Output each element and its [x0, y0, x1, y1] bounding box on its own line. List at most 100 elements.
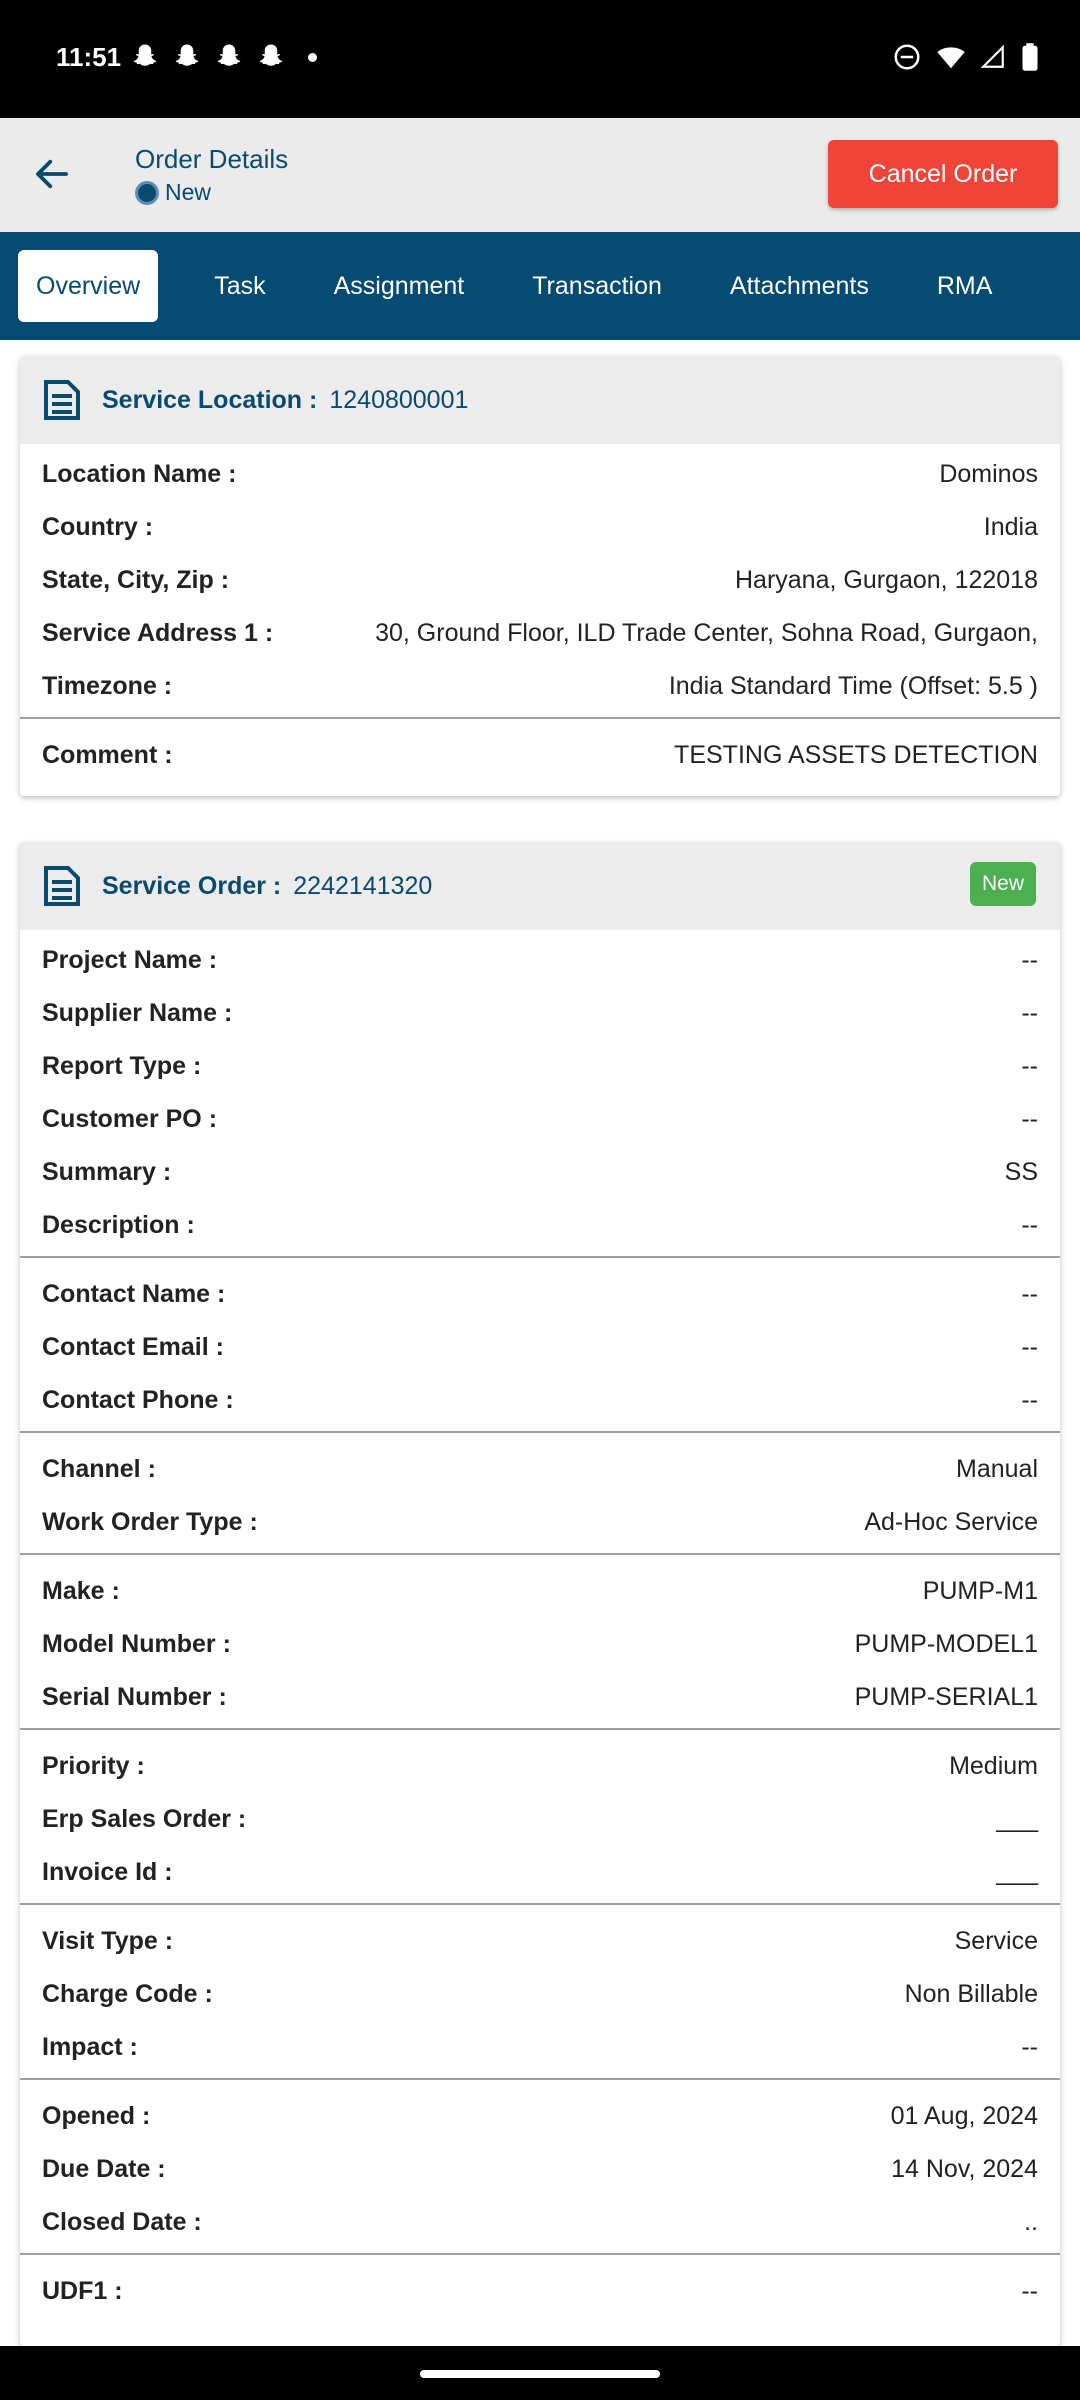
detail-label: Erp Sales Order :: [42, 1805, 247, 1833]
notification-icons: [130, 42, 317, 72]
detail-label: Customer PO :: [42, 1105, 218, 1133]
tab-transaction[interactable]: Transaction: [498, 250, 696, 322]
comment-row: Comment : TESTING ASSETS DETECTION: [20, 729, 1060, 782]
order-status: New: [135, 179, 211, 206]
detail-value: --: [1021, 2277, 1038, 2305]
detail-value: Service: [954, 1927, 1038, 1955]
back-button[interactable]: [24, 146, 80, 202]
detail-label: Service Address 1 :: [42, 619, 274, 647]
order-billing-group: Priority : Medium Erp Sales Order : ___ In…: [20, 1730, 1060, 1903]
detail-row: Contact Email : --: [20, 1321, 1060, 1374]
detail-label: Report Type :: [42, 1052, 202, 1080]
detail-row: Description : --: [20, 1199, 1060, 1252]
detail-row: Timezone : India Standard Time (Offset: 5…: [20, 660, 1060, 713]
detail-row: Invoice Id : ___: [20, 1846, 1060, 1899]
system-nav-bar: [0, 2346, 1080, 2400]
service-location-card: Service Location : 1240800001 Location N…: [20, 356, 1060, 796]
order-udf-group: UDF1 : --: [20, 2255, 1060, 2322]
detail-row: Summary : SS: [20, 1146, 1060, 1199]
page-title: Order Details: [135, 144, 289, 174]
tab-overview[interactable]: Overview: [18, 250, 159, 322]
comment-section: Comment : TESTING ASSETS DETECTION: [20, 719, 1060, 796]
app-header: Order Details New Cancel Order: [0, 118, 1080, 232]
detail-label: Make :: [42, 1577, 120, 1605]
detail-row: Service Address 1 : 30, Ground Floor, ILD…: [20, 607, 1060, 660]
service-order-header: Service Order : 2242141320 New: [20, 842, 1060, 930]
detail-label: Due Date :: [42, 2155, 166, 2183]
detail-row: Location Name : Dominos: [20, 448, 1060, 501]
detail-value: India: [983, 513, 1038, 541]
order-dates-group: Opened : 01 Aug, 2024 Due Date : 14 Nov, 2…: [20, 2080, 1060, 2253]
detail-label: Serial Number :: [42, 1683, 227, 1711]
detail-value: Non Billable: [904, 1980, 1038, 2008]
order-channel-group: Channel : Manual Work Order Type : Ad-Hoc …: [20, 1433, 1060, 1553]
detail-row: Due Date : 14 Nov, 2024: [20, 2143, 1060, 2196]
detail-label: Visit Type :: [42, 1927, 174, 1955]
snapchat-icon: [133, 44, 157, 66]
detail-row: Contact Phone : --: [20, 1374, 1060, 1427]
tab-attachments[interactable]: Attachments: [696, 250, 903, 322]
detail-value: SS: [1004, 1158, 1038, 1186]
cancel-order-button[interactable]: Cancel Order: [828, 140, 1058, 208]
detail-label: Impact :: [42, 2033, 138, 2061]
detail-value: India Standard Time (Offset: 5.5 ): [668, 672, 1038, 700]
detail-label: Timezone :: [42, 672, 173, 700]
detail-row: Report Type : --: [20, 1040, 1060, 1093]
detail-value: PUMP-SERIAL1: [854, 1683, 1038, 1711]
detail-row: Opened : 01 Aug, 2024: [20, 2090, 1060, 2143]
detail-label: Work Order Type :: [42, 1508, 258, 1536]
detail-row: Channel : Manual: [20, 1443, 1060, 1496]
more-notifications-dot: [308, 52, 317, 62]
detail-value: --: [1021, 1280, 1038, 1308]
order-visit-group: Visit Type : Service Charge Code : Non Bil…: [20, 1905, 1060, 2078]
detail-value: ___: [996, 1858, 1038, 1886]
detail-row: UDF1 : --: [20, 2265, 1060, 2318]
tab-rma[interactable]: RMA: [903, 250, 1027, 322]
detail-label: Charge Code :: [42, 1980, 213, 2008]
service-order-card: Service Order : 2242141320 New Project N…: [20, 842, 1060, 2346]
detail-label: Supplier Name :: [42, 999, 233, 1027]
detail-value: Manual: [956, 1455, 1038, 1483]
detail-row: Project Name : --: [20, 934, 1060, 987]
detail-label: Opened :: [42, 2102, 151, 2130]
detail-label: UDF1 :: [42, 2277, 123, 2305]
detail-label: State, City, Zip :: [42, 566, 230, 594]
detail-row: Charge Code : Non Billable: [20, 1968, 1060, 2021]
service-order-id: 2242141320: [293, 871, 433, 900]
detail-value: --: [1021, 946, 1038, 974]
detail-value: ..: [1024, 2208, 1038, 2236]
detail-row: Customer PO : --: [20, 1093, 1060, 1146]
detail-row: Make : PUMP-M1: [20, 1565, 1060, 1618]
order-general-group: Project Name : -- Supplier Name : -- Repor…: [20, 930, 1060, 1256]
detail-value: --: [1021, 1211, 1038, 1239]
detail-row: Work Order Type : Ad-Hoc Service: [20, 1496, 1060, 1549]
detail-label: Description :: [42, 1211, 195, 1239]
detail-row: Model Number : PUMP-MODEL1: [20, 1618, 1060, 1671]
detail-row: State, City, Zip : Haryana, Gurgaon, 1220…: [20, 554, 1060, 607]
status-indicator-icon: [135, 180, 159, 205]
arrow-left-icon: [36, 159, 68, 189]
detail-value: --: [1021, 2033, 1038, 2061]
wifi-icon: [937, 47, 965, 69]
detail-value: --: [1021, 1105, 1038, 1133]
service-location-label: Service Location :: [102, 385, 318, 414]
detail-value: Haryana, Gurgaon, 122018: [735, 566, 1038, 594]
detail-row: Impact : --: [20, 2021, 1060, 2074]
detail-value: 14 Nov, 2024: [891, 2155, 1038, 2183]
detail-value: PUMP-MODEL1: [854, 1630, 1038, 1658]
home-gesture-handle[interactable]: [420, 2370, 660, 2378]
service-order-label: Service Order :: [102, 871, 282, 900]
detail-row: Contact Name : --: [20, 1268, 1060, 1321]
detail-value: Medium: [949, 1752, 1038, 1780]
detail-value: ___: [996, 1805, 1038, 1833]
snapchat-icon: [175, 44, 199, 66]
tab-bar: Overview Task Assignment Transaction Att…: [0, 232, 1080, 340]
document-icon: [44, 380, 80, 420]
detail-label: Model Number :: [42, 1630, 231, 1658]
detail-label: Summary :: [42, 1158, 172, 1186]
tab-assignment[interactable]: Assignment: [300, 250, 499, 322]
tab-task[interactable]: Task: [180, 250, 299, 322]
dnd-icon: [894, 44, 920, 70]
detail-value: Dominos: [939, 460, 1038, 488]
detail-label: Contact Phone :: [42, 1386, 234, 1414]
